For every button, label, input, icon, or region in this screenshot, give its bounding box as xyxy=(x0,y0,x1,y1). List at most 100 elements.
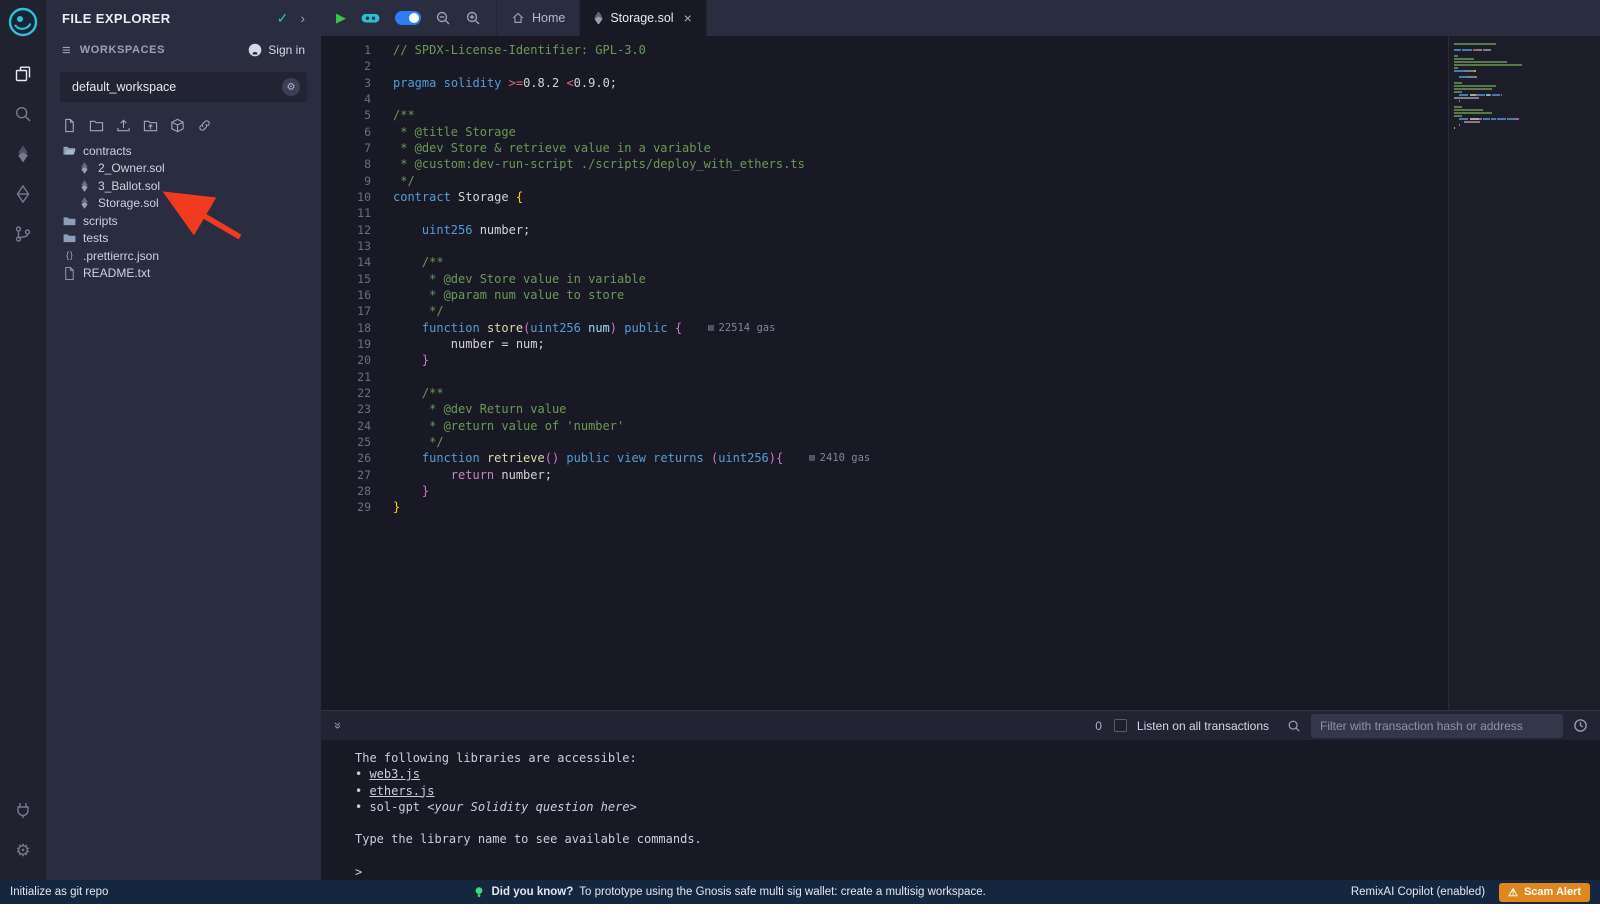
code-line[interactable]: 16 * @param num value to store xyxy=(321,287,1600,303)
code-text: * @dev Return value xyxy=(393,401,566,417)
code-line[interactable]: 13 xyxy=(321,238,1600,254)
git-icon[interactable] xyxy=(0,214,46,254)
code-line[interactable]: 3pragma solidity >=0.8.2 <0.9.0; xyxy=(321,75,1600,91)
tree-item-contracts[interactable]: contracts xyxy=(46,142,321,160)
search-icon[interactable] xyxy=(1287,719,1301,733)
listen-all-checkbox[interactable] xyxy=(1114,719,1127,732)
tab-home[interactable]: Home xyxy=(496,0,579,36)
check-icon[interactable]: ✓ xyxy=(277,10,289,27)
tree-item-label: Storage.sol xyxy=(98,196,159,210)
close-icon[interactable]: × xyxy=(684,10,692,26)
workspace-select[interactable]: default_workspace ⚙ xyxy=(60,72,307,102)
tree-item-storage-sol[interactable]: Storage.sol xyxy=(46,195,321,213)
copilot-toggle[interactable] xyxy=(395,11,421,25)
tree-item-prettierrc-json[interactable]: { }.prettierrc.json xyxy=(46,247,321,265)
line-number: 14 xyxy=(321,254,371,270)
deploy-run-icon[interactable] xyxy=(0,174,46,214)
code-line[interactable]: 25 */ xyxy=(321,434,1600,450)
code-line[interactable]: 7 * @dev Store & retrieve value in a var… xyxy=(321,140,1600,156)
line-number: 18 xyxy=(321,320,371,336)
code-line[interactable]: 18 function store(uint256 num) public {▤… xyxy=(321,320,1600,336)
code-line[interactable]: 28 } xyxy=(321,483,1600,499)
history-icon[interactable] xyxy=(1573,718,1588,733)
new-folder-icon[interactable] xyxy=(89,118,104,133)
code-line[interactable]: 2 xyxy=(321,58,1600,74)
sign-in-button[interactable]: Sign in xyxy=(248,43,305,57)
double-chevron-down-icon[interactable]: « xyxy=(329,722,344,729)
tip-text: To prototype using the Gnosis safe multi… xyxy=(579,886,986,898)
link-icon[interactable] xyxy=(197,118,212,133)
search-icon[interactable] xyxy=(0,94,46,134)
tree-item-3-ballot-sol[interactable]: 3_Ballot.sol xyxy=(46,177,321,195)
solidity-compiler-icon[interactable] xyxy=(0,134,46,174)
hamburger-icon[interactable]: ≡ xyxy=(62,42,71,59)
minimap-content xyxy=(1454,43,1564,130)
line-number: 22 xyxy=(321,385,371,401)
bottom-margin xyxy=(0,904,1600,919)
git-init-status[interactable]: Initialize as git repo xyxy=(10,886,108,898)
code-line[interactable]: 14 /** xyxy=(321,254,1600,270)
code-line[interactable]: 21 xyxy=(321,369,1600,385)
code-text: return number; xyxy=(393,467,552,483)
copilot-status[interactable]: RemixAI Copilot (enabled) xyxy=(1351,886,1485,898)
terminal-link[interactable]: web3.js xyxy=(369,767,420,781)
code-line[interactable]: 20 } xyxy=(321,352,1600,368)
did-you-know-tip: Did you know? To prototype using the Gno… xyxy=(108,886,1350,898)
code-line[interactable]: 29} xyxy=(321,499,1600,515)
code-line[interactable]: 9 */ xyxy=(321,173,1600,189)
code-text: */ xyxy=(393,173,415,189)
line-number: 8 xyxy=(321,156,371,172)
panel-header: FILE EXPLORER ✓ › xyxy=(46,0,321,36)
upload-folder-icon[interactable] xyxy=(143,118,158,133)
run-script-icon[interactable]: ▶ xyxy=(336,10,346,26)
remix-logo[interactable] xyxy=(7,6,39,38)
plugin-manager-icon[interactable] xyxy=(0,790,46,830)
settings-icon[interactable]: ⚙ xyxy=(0,830,46,870)
terminal-link[interactable]: ethers.js xyxy=(369,784,434,798)
code-line[interactable]: 8 * @custom:dev-run-script ./scripts/dep… xyxy=(321,156,1600,172)
code-line[interactable]: 22 /** xyxy=(321,385,1600,401)
code-lines: 1// SPDX-License-Identifier: GPL-3.023pr… xyxy=(321,42,1600,516)
code-line[interactable]: 6 * @title Storage xyxy=(321,124,1600,140)
gas-estimate-text: 2410 gas xyxy=(820,450,871,466)
gas-estimate-text: 22514 gas xyxy=(719,320,776,336)
gas-estimate-badge[interactable]: ▤22514 gas xyxy=(708,320,775,336)
remixai-icon[interactable] xyxy=(360,9,381,27)
tree-item-tests[interactable]: tests xyxy=(46,230,321,248)
code-line[interactable]: 10contract Storage { xyxy=(321,189,1600,205)
code-line[interactable]: 4 xyxy=(321,91,1600,107)
line-number: 11 xyxy=(321,205,371,221)
gas-estimate-badge[interactable]: ▤2410 gas xyxy=(809,450,870,466)
code-line[interactable]: 17 */ xyxy=(321,303,1600,319)
tree-item-scripts[interactable]: scripts xyxy=(46,212,321,230)
code-text: * @dev Store value in variable xyxy=(393,271,646,287)
code-line[interactable]: 5/** xyxy=(321,107,1600,123)
terminal[interactable]: The following libraries are accessible:•… xyxy=(321,740,1600,880)
tab-storage-sol[interactable]: Storage.sol × xyxy=(579,0,706,36)
workspace-options-icon[interactable]: ⚙ xyxy=(282,78,300,96)
zoom-in-icon[interactable] xyxy=(465,10,481,26)
tree-item-2-owner-sol[interactable]: 2_Owner.sol xyxy=(46,160,321,178)
tree-item-readme-txt[interactable]: README.txt xyxy=(46,265,321,283)
code-editor[interactable]: 1// SPDX-License-Identifier: GPL-3.023pr… xyxy=(321,36,1600,710)
transaction-filter-input[interactable] xyxy=(1311,714,1563,738)
code-line[interactable]: 23 * @dev Return value xyxy=(321,401,1600,417)
code-line[interactable]: 24 * @return value of 'number' xyxy=(321,418,1600,434)
code-line[interactable]: 11 xyxy=(321,205,1600,221)
code-line[interactable]: 1// SPDX-License-Identifier: GPL-3.0 xyxy=(321,42,1600,58)
file-explorer-icon[interactable] xyxy=(0,54,46,94)
new-file-icon[interactable] xyxy=(62,118,77,133)
line-number: 1 xyxy=(321,42,371,58)
scam-alert-button[interactable]: ⚠ Scam Alert xyxy=(1499,883,1590,902)
code-line[interactable]: 15 * @dev Store value in variable xyxy=(321,271,1600,287)
line-number: 23 xyxy=(321,401,371,417)
box-icon[interactable] xyxy=(170,118,185,133)
zoom-out-icon[interactable] xyxy=(435,10,451,26)
upload-file-icon[interactable] xyxy=(116,118,131,133)
minimap[interactable] xyxy=(1448,36,1600,710)
code-line[interactable]: 12 uint256 number; xyxy=(321,222,1600,238)
code-line[interactable]: 27 return number; xyxy=(321,467,1600,483)
code-line[interactable]: 19 number = num; xyxy=(321,336,1600,352)
code-line[interactable]: 26 function retrieve() public view retur… xyxy=(321,450,1600,466)
chevron-right-icon[interactable]: › xyxy=(300,10,305,26)
